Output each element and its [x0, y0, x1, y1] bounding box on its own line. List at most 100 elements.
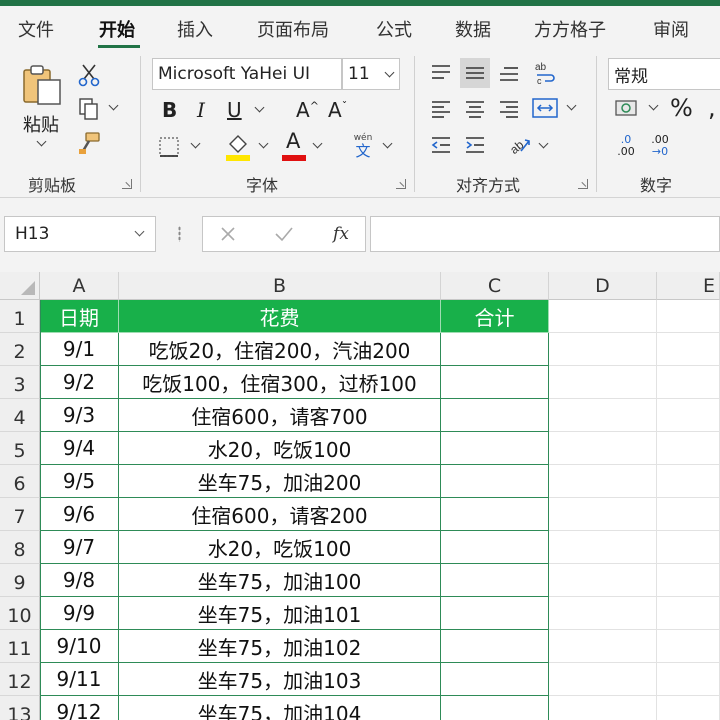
- comma-style-button[interactable]: ,: [708, 94, 716, 122]
- font-family-select[interactable]: Microsoft YaHei UI: [152, 58, 342, 90]
- table-cell[interactable]: 水20，吃饭100: [119, 531, 441, 564]
- clipboard-launcher-icon[interactable]: [122, 179, 132, 189]
- table-cell[interactable]: 住宿600，请客700: [119, 399, 441, 432]
- table-cell[interactable]: [441, 564, 549, 597]
- decrease-indent-button[interactable]: [428, 132, 454, 158]
- column-header-a[interactable]: A: [40, 272, 119, 300]
- decrease-decimal-button[interactable]: .00 →0: [646, 132, 674, 160]
- cut-button[interactable]: [76, 62, 102, 88]
- row-header-13[interactable]: 13: [0, 696, 40, 720]
- table-cell[interactable]: 坐车75，加油104: [119, 696, 441, 720]
- empty-cell[interactable]: [657, 696, 720, 720]
- table-cell[interactable]: 坐车75，加油101: [119, 597, 441, 630]
- empty-cell[interactable]: [549, 498, 657, 531]
- tab-insert[interactable]: 插入: [177, 16, 213, 42]
- empty-cell[interactable]: [549, 465, 657, 498]
- tab-fangfanggezi[interactable]: 方方格子: [534, 16, 606, 42]
- row-header-4[interactable]: 4: [0, 399, 40, 432]
- merge-center-button[interactable]: [530, 94, 560, 122]
- percent-button[interactable]: %: [670, 94, 693, 122]
- tab-home[interactable]: 开始: [99, 16, 135, 42]
- name-box[interactable]: H13: [4, 216, 156, 252]
- row-header-1[interactable]: 1: [0, 300, 40, 333]
- align-right-button[interactable]: [496, 96, 522, 122]
- empty-cell[interactable]: [549, 564, 657, 597]
- tab-review[interactable]: 审阅: [653, 16, 689, 42]
- tab-file[interactable]: 文件: [18, 16, 54, 42]
- empty-cell[interactable]: [657, 663, 720, 696]
- enter-button[interactable]: [273, 223, 295, 245]
- underline-dropdown-icon[interactable]: [254, 102, 265, 113]
- font-launcher-icon[interactable]: [396, 179, 406, 189]
- table-cell[interactable]: 9/9: [40, 597, 119, 630]
- insert-function-button[interactable]: fx: [327, 221, 355, 247]
- table-cell[interactable]: [441, 630, 549, 663]
- table-cell[interactable]: 坐车75，加油200: [119, 465, 441, 498]
- fill-color-button[interactable]: [224, 132, 252, 162]
- column-header-c[interactable]: C: [441, 272, 549, 300]
- table-cell[interactable]: [441, 696, 549, 720]
- increase-font-button[interactable]: A^: [296, 98, 319, 122]
- empty-cell[interactable]: [657, 498, 720, 531]
- empty-cell[interactable]: [549, 663, 657, 696]
- orientation-dropdown-icon[interactable]: [538, 138, 549, 149]
- table-cell[interactable]: 吃饭20，住宿200，汽油200: [119, 333, 441, 366]
- copy-dropdown-icon[interactable]: [108, 100, 119, 111]
- paste-button[interactable]: [18, 62, 68, 106]
- table-cell[interactable]: [441, 432, 549, 465]
- column-header-d[interactable]: D: [549, 272, 657, 300]
- orientation-button[interactable]: ab: [506, 130, 534, 158]
- align-left-button[interactable]: [428, 96, 454, 122]
- tab-data[interactable]: 数据: [455, 16, 491, 42]
- phonetic-dropdown-icon[interactable]: [382, 138, 393, 149]
- table-cell[interactable]: 9/10: [40, 630, 119, 663]
- empty-cell[interactable]: [549, 531, 657, 564]
- merge-dropdown-icon[interactable]: [566, 100, 577, 111]
- select-all-corner[interactable]: [0, 272, 40, 300]
- paste-label[interactable]: 粘贴: [23, 111, 59, 137]
- table-header-cell[interactable]: 花费: [119, 300, 441, 333]
- formula-input[interactable]: [370, 216, 720, 252]
- alignment-launcher-icon[interactable]: [578, 179, 588, 189]
- copy-button[interactable]: [76, 96, 102, 122]
- table-cell[interactable]: 住宿600，请客200: [119, 498, 441, 531]
- row-header-9[interactable]: 9: [0, 564, 40, 597]
- tab-formulas[interactable]: 公式: [376, 16, 412, 42]
- bold-button[interactable]: B: [162, 98, 177, 122]
- empty-cell[interactable]: [657, 630, 720, 663]
- table-cell[interactable]: 9/8: [40, 564, 119, 597]
- empty-cell[interactable]: [657, 333, 720, 366]
- table-cell[interactable]: 水20，吃饭100: [119, 432, 441, 465]
- format-painter-button[interactable]: [76, 130, 102, 156]
- empty-cell[interactable]: [549, 432, 657, 465]
- increase-indent-button[interactable]: [462, 132, 488, 158]
- table-cell[interactable]: 9/7: [40, 531, 119, 564]
- table-cell[interactable]: 坐车75，加油100: [119, 564, 441, 597]
- phonetic-button[interactable]: wén 文: [348, 130, 378, 162]
- empty-cell[interactable]: [549, 300, 657, 333]
- empty-cell[interactable]: [657, 300, 720, 333]
- empty-cell[interactable]: [657, 399, 720, 432]
- paste-dropdown-icon[interactable]: [36, 136, 47, 147]
- empty-cell[interactable]: [549, 333, 657, 366]
- empty-cell[interactable]: [549, 696, 657, 720]
- empty-cell[interactable]: [657, 432, 720, 465]
- row-header-8[interactable]: 8: [0, 531, 40, 564]
- increase-decimal-button[interactable]: .0 .00: [612, 132, 640, 160]
- table-header-cell[interactable]: 合计: [441, 300, 549, 333]
- accounting-dropdown-icon[interactable]: [648, 100, 659, 111]
- align-center-button[interactable]: [462, 96, 488, 122]
- empty-cell[interactable]: [657, 366, 720, 399]
- empty-cell[interactable]: [657, 531, 720, 564]
- empty-cell[interactable]: [657, 465, 720, 498]
- table-cell[interactable]: [441, 333, 549, 366]
- table-cell[interactable]: [441, 399, 549, 432]
- borders-dropdown-icon[interactable]: [190, 138, 201, 149]
- empty-cell[interactable]: [657, 564, 720, 597]
- table-cell[interactable]: [441, 366, 549, 399]
- column-header-e[interactable]: E: [657, 272, 720, 300]
- decrease-font-button[interactable]: Aˇ: [328, 98, 347, 122]
- table-cell[interactable]: 9/12: [40, 696, 119, 720]
- splitter-handle[interactable]: [178, 226, 181, 242]
- table-cell[interactable]: 9/5: [40, 465, 119, 498]
